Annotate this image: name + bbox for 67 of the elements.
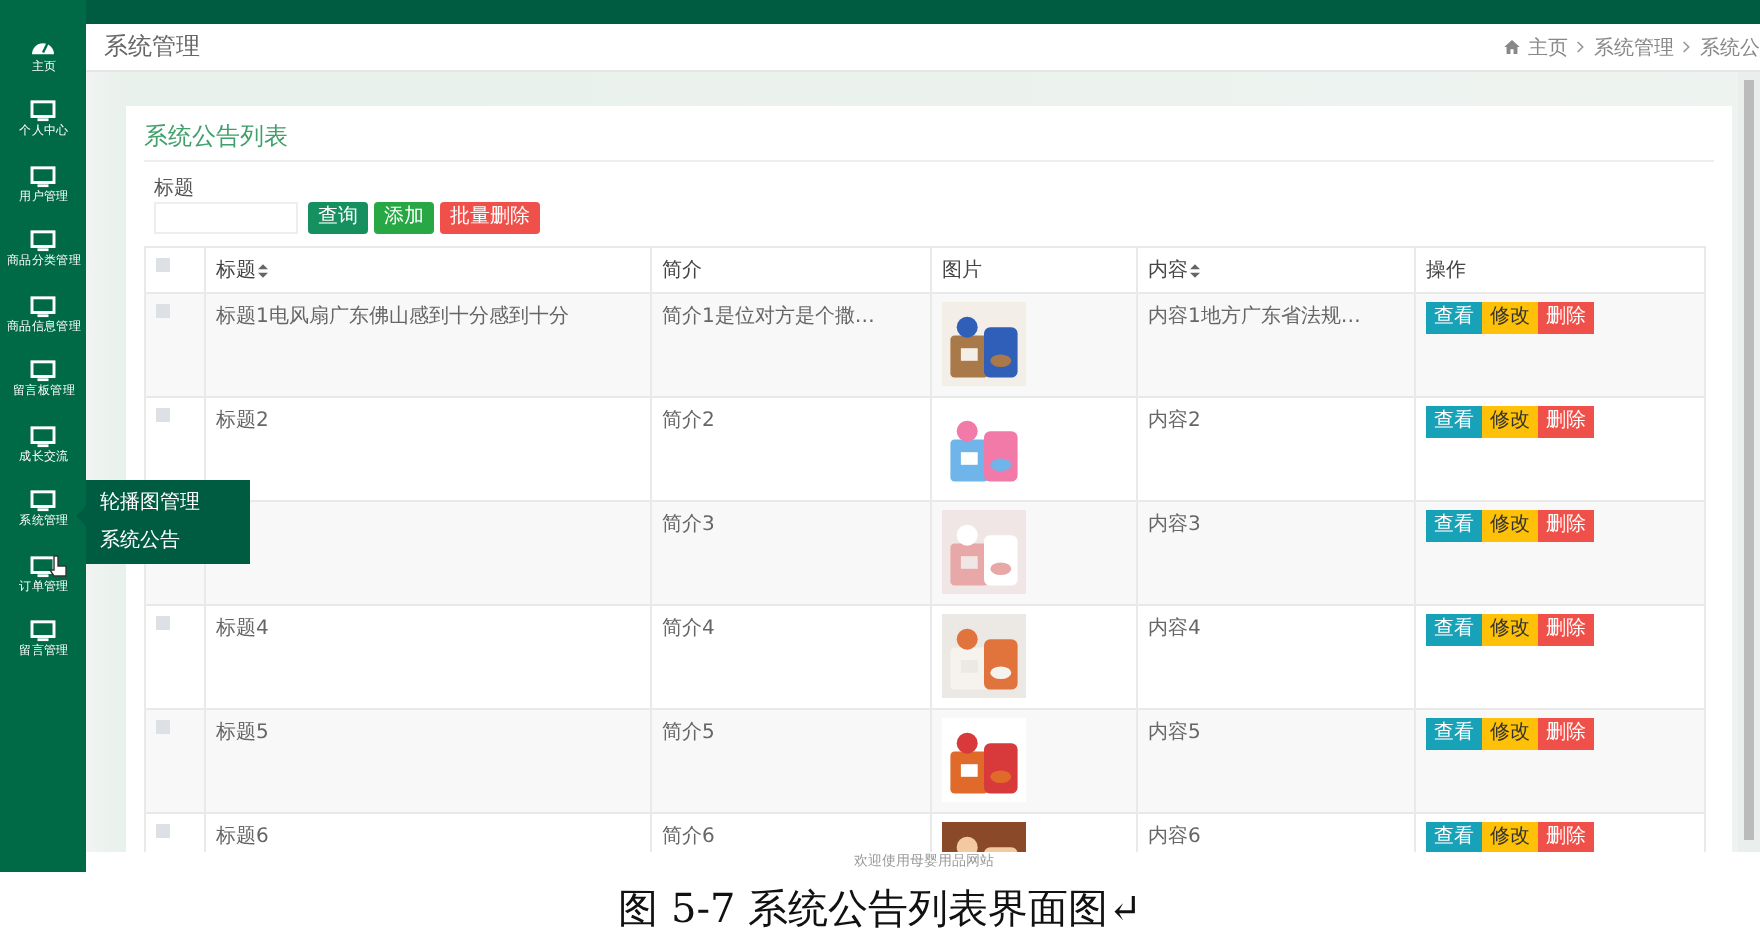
breadcrumb-link[interactable]: 系统公: [1700, 33, 1760, 61]
monitor-icon: [30, 620, 56, 643]
monitor-icon: [30, 425, 56, 448]
edit-button[interactable]: 修改: [1482, 614, 1538, 646]
monitor-icon: [30, 165, 56, 188]
hand-cursor-icon: [48, 554, 68, 578]
edit-button[interactable]: 修改: [1482, 510, 1538, 542]
delete-button[interactable]: 删除: [1538, 510, 1594, 542]
table-cell: 简介5: [662, 722, 715, 744]
column-header[interactable]: 内容: [1148, 256, 1200, 284]
table-cell: 内容1地方广东省法规…: [1148, 306, 1361, 328]
table-cell: 标题4: [216, 618, 269, 640]
column-header[interactable]: 图片: [942, 256, 982, 284]
edit-button[interactable]: 修改: [1482, 406, 1538, 438]
table-cell: 简介1是位对方是个撒…: [662, 306, 875, 328]
checkbox[interactable]: [156, 720, 170, 734]
delete-button[interactable]: 删除: [1538, 614, 1594, 646]
column-header[interactable]: 操作: [1426, 256, 1466, 284]
breadcrumb-link[interactable]: 系统管理: [1594, 33, 1674, 61]
checkbox[interactable]: [156, 824, 170, 838]
table-cell: 标题6: [216, 826, 269, 848]
scrollbar[interactable]: [1738, 72, 1760, 852]
delete-button[interactable]: 删除: [1538, 406, 1594, 438]
table-cell: 内容5: [1148, 722, 1201, 744]
breadcrumb-link[interactable]: 主页: [1528, 33, 1568, 61]
page-title: 系统管理: [104, 30, 200, 64]
monitor-icon: [30, 230, 56, 253]
edit-button[interactable]: 修改: [1482, 718, 1538, 750]
delete-button[interactable]: 删除: [1538, 718, 1594, 750]
table-cell: 简介2: [662, 410, 715, 432]
checkbox[interactable]: [156, 408, 170, 422]
monitor-icon: [30, 100, 56, 123]
monitor-icon: [30, 360, 56, 383]
table-cell: 内容2: [1148, 410, 1201, 432]
table-cell: 内容4: [1148, 618, 1201, 640]
chevron-icon: [1576, 40, 1586, 54]
submenu-item[interactable]: 轮播图管理: [86, 484, 250, 522]
search-button[interactable]: 查询: [308, 202, 368, 234]
edit-button[interactable]: 修改: [1482, 822, 1538, 852]
column-header[interactable]: 标题: [216, 256, 268, 284]
table-cell: 简介6: [662, 826, 715, 848]
table-cell: 标题1电风扇广东佛山感到十分感到十分: [216, 306, 569, 328]
table-cell: 简介4: [662, 618, 715, 640]
checkbox[interactable]: [156, 304, 170, 318]
table-cell: 内容6: [1148, 826, 1201, 848]
edit-button[interactable]: 修改: [1482, 302, 1538, 334]
monitor-icon: [30, 295, 56, 318]
table-cell: 简介3: [662, 514, 715, 536]
figure-caption: 图 5-7 系统公告列表界面图↵: [616, 882, 1144, 936]
table-cell: 标题2: [216, 410, 269, 432]
table-cell: 标题5: [216, 722, 269, 744]
checkbox[interactable]: [156, 258, 170, 272]
monitor-icon: [30, 555, 56, 578]
field-label: 标题: [154, 175, 196, 202]
delete-button[interactable]: 删除: [1538, 822, 1594, 852]
home-icon: [1504, 40, 1520, 54]
submenu-item[interactable]: 系统公告: [86, 522, 250, 560]
delete-button[interactable]: 批量删除: [440, 202, 540, 234]
sort-icon: [1190, 263, 1200, 277]
table-cell: 内容3: [1148, 514, 1201, 536]
checkbox[interactable]: [156, 616, 170, 630]
delete-button[interactable]: 删除: [1538, 302, 1594, 334]
sort-icon: [258, 263, 268, 277]
column-header[interactable]: 简介: [662, 256, 702, 284]
chevron-icon: [1682, 40, 1692, 54]
card-title: 系统公告列表: [144, 120, 1714, 162]
monitor-icon: [30, 490, 56, 513]
